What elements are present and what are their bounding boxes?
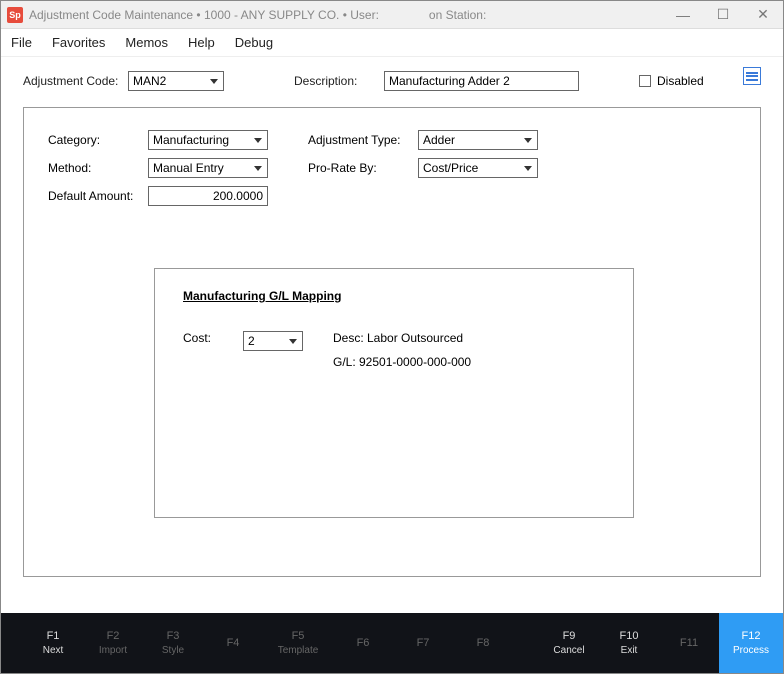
menu-debug[interactable]: Debug	[235, 35, 273, 50]
menu-favorites[interactable]: Favorites	[52, 35, 105, 50]
function-key-bar: F1Next F2Import F3Style F4 F5Template F6…	[1, 613, 783, 673]
description-label: Description:	[294, 74, 374, 88]
menu-help[interactable]: Help	[188, 35, 215, 50]
f8-button[interactable]: F8	[453, 636, 513, 650]
adjustment-type-select[interactable]: Adder	[418, 130, 538, 150]
disabled-checkbox[interactable]	[639, 75, 651, 87]
f1-button[interactable]: F1Next	[23, 629, 83, 656]
default-amount-label: Default Amount:	[48, 189, 148, 203]
f2-button[interactable]: F2Import	[83, 629, 143, 656]
f12-button[interactable]: F12Process	[719, 613, 783, 673]
f10-button[interactable]: F10Exit	[599, 629, 659, 656]
f7-button[interactable]: F7	[393, 636, 453, 650]
method-label: Method:	[48, 161, 148, 175]
window-title: Adjustment Code Maintenance • 1000 - ANY…	[29, 8, 379, 22]
disabled-label: Disabled	[657, 74, 704, 88]
window-controls: — ☐ ✕	[663, 1, 783, 28]
maximize-button[interactable]: ☐	[703, 1, 743, 28]
menu-memos[interactable]: Memos	[125, 35, 168, 50]
f6-button[interactable]: F6	[333, 636, 393, 650]
f5-button[interactable]: F5Template	[263, 629, 333, 656]
category-select[interactable]: Manufacturing	[148, 130, 268, 150]
cost-desc-text: Desc: Labor Outsourced	[333, 331, 471, 345]
cost-gl-text: G/L: 92501-0000-000-000	[333, 355, 471, 369]
app-icon: Sp	[7, 7, 23, 23]
cost-select[interactable]: 2	[243, 331, 303, 351]
disabled-checkbox-wrap[interactable]: Disabled	[639, 74, 704, 88]
window-title-station: on Station:	[429, 8, 486, 22]
f11-button[interactable]: F11	[659, 636, 719, 650]
hamburger-icon[interactable]	[743, 67, 761, 85]
method-select[interactable]: Manual Entry	[148, 158, 268, 178]
cost-label: Cost:	[183, 331, 243, 345]
category-label: Category:	[48, 133, 148, 147]
menu-file[interactable]: File	[11, 35, 32, 50]
adjustment-code-select[interactable]: MAN2	[128, 71, 224, 91]
titlebar: Sp Adjustment Code Maintenance • 1000 - …	[1, 1, 783, 29]
close-button[interactable]: ✕	[743, 1, 783, 28]
description-input[interactable]	[384, 71, 579, 91]
adjustment-code-label: Adjustment Code:	[23, 74, 128, 88]
default-amount-input[interactable]	[148, 186, 268, 206]
minimize-button[interactable]: —	[663, 1, 703, 28]
adjustment-type-label: Adjustment Type:	[308, 133, 418, 147]
pro-rate-label: Pro-Rate By:	[308, 161, 418, 175]
pro-rate-select[interactable]: Cost/Price	[418, 158, 538, 178]
f4-button[interactable]: F4	[203, 636, 263, 650]
f3-button[interactable]: F3Style	[143, 629, 203, 656]
gl-mapping-panel: Manufacturing G/L Mapping Cost: 2 Desc: …	[154, 268, 634, 518]
main-panel: Category: Manufacturing Method: Manual E…	[23, 107, 761, 577]
gl-mapping-title: Manufacturing G/L Mapping	[183, 289, 605, 303]
f9-button[interactable]: F9Cancel	[539, 629, 599, 656]
menubar: File Favorites Memos Help Debug	[1, 29, 783, 57]
